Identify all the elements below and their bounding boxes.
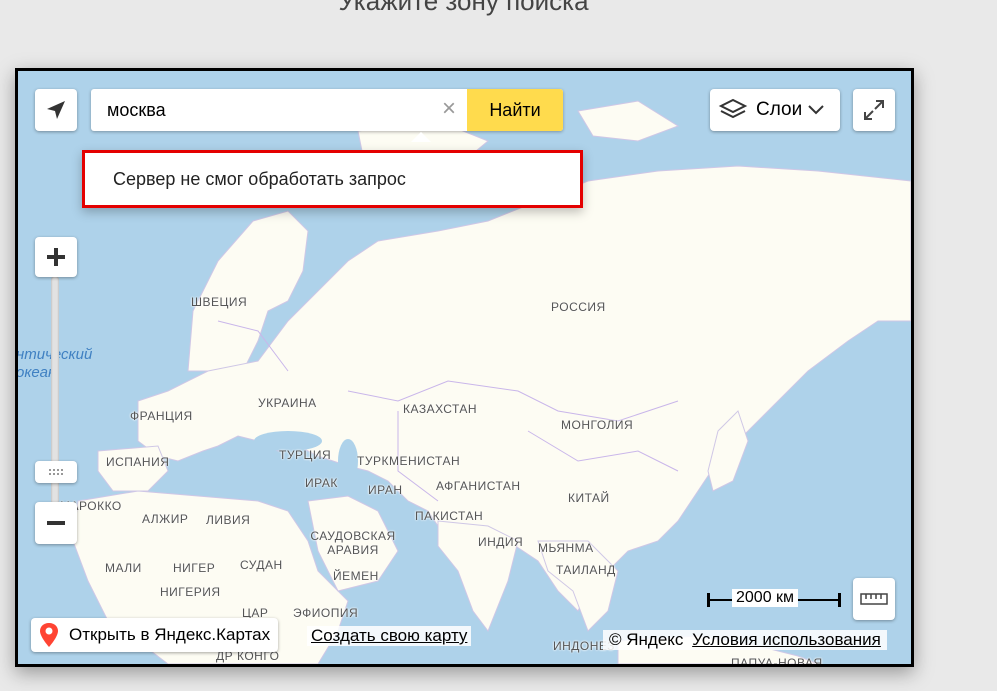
layers-label: Слои [756, 99, 803, 120]
map-label-mali: МАЛИ [105, 561, 142, 575]
ruler-icon [860, 593, 888, 605]
terms-link[interactable]: Условия использования [692, 630, 881, 649]
clear-icon[interactable]: × [437, 97, 461, 121]
search-bar: × Найти [91, 89, 563, 131]
copyright-block: © Яндекс Условия использования [603, 630, 887, 650]
layers-icon [718, 98, 748, 119]
scale-label: 2000 км [732, 589, 799, 607]
open-in-yandex-maps-label: Открыть в Яндекс.Картах [69, 625, 271, 644]
map-label-nigeria: НИГЕРИЯ [160, 585, 221, 599]
popup-caret [411, 132, 431, 142]
map-label-myanmar: МЬЯНМА [538, 541, 594, 555]
error-popup: Сервер не смог обработать запрос [82, 150, 583, 208]
map-label-sudan: СУДАН [240, 558, 283, 572]
map-label-ethiopia: ЭФИОПИЯ [293, 606, 359, 620]
plus-icon [47, 248, 65, 266]
map-pin-icon [40, 623, 58, 647]
map-label-niger: НИГЕР [173, 561, 216, 575]
map-label-algeria: АЛЖИР [142, 512, 189, 526]
map-label-saudi-arabia: САУДОВСКАЯ АРАВИЯ [310, 529, 396, 557]
map-label-libya: ЛИВИЯ [206, 513, 251, 527]
find-button[interactable]: Найти [467, 89, 563, 131]
map-label-turkmenistan: ТУРКМЕНИСТАН [357, 454, 461, 468]
map-label-mongolia: МОНГОЛИЯ [561, 418, 634, 432]
minus-icon [47, 521, 65, 525]
map-label-sweden: ШВЕЦИЯ [191, 295, 248, 309]
map-label-turkey: ТУРЦИЯ [279, 448, 332, 462]
map-label-kazakhstan: КАЗАХСТАН [403, 402, 478, 416]
grip-icon [49, 469, 63, 475]
map-label-russia: РОССИЯ [551, 300, 606, 314]
map-label-afghanistan: АФГАНИСТАН [436, 479, 521, 493]
map-label-india: ИНДИЯ [478, 535, 524, 549]
map-label-ukraine: УКРАИНА [258, 396, 317, 410]
scale-line: 2000 км [706, 588, 842, 612]
error-message: Сервер не смог обработать запрос [113, 168, 406, 189]
layers-button[interactable]: Слои [710, 89, 840, 131]
search-input[interactable] [91, 98, 429, 122]
geolocation-button[interactable] [35, 89, 77, 131]
copyright-text: © Яндекс [609, 630, 684, 649]
map-label-pakistan: ПАКИСТАН [415, 509, 484, 523]
map-label-iraq: ИРАК [305, 476, 338, 490]
map-label-papua: ПАПУА-НОВАЯ [731, 656, 823, 667]
map-label-spain: ИСПАНИЯ [106, 455, 170, 469]
create-map-link[interactable]: Создать свою карту [307, 626, 472, 646]
expand-icon [864, 100, 884, 120]
chevron-down-icon [808, 105, 824, 115]
map-label-yemen: ЙЕМЕН [333, 569, 379, 583]
ruler-button[interactable] [853, 578, 895, 620]
map-label-france: ФРАНЦИЯ [130, 409, 193, 423]
open-in-yandex-maps-button[interactable]: Открыть в Яндекс.Картах [31, 618, 279, 652]
map-container[interactable]: РОССИЯ ШВЕЦИЯ УКРАИНА ФРАНЦИЯ ИСПАНИЯ ТУ… [15, 68, 914, 667]
fullscreen-button[interactable] [853, 89, 895, 131]
map-label-thailand: ТАИЛАНД [556, 563, 616, 577]
zoom-in-button[interactable] [35, 237, 77, 277]
page-title: Укажите зону поиска [338, 0, 589, 16]
map-label-iran: ИРАН [368, 483, 403, 497]
navigation-arrow-icon [47, 101, 65, 119]
map-label-china: КИТАЙ [568, 491, 610, 505]
zoom-slider-handle[interactable] [35, 461, 77, 483]
zoom-out-button[interactable] [35, 502, 77, 544]
